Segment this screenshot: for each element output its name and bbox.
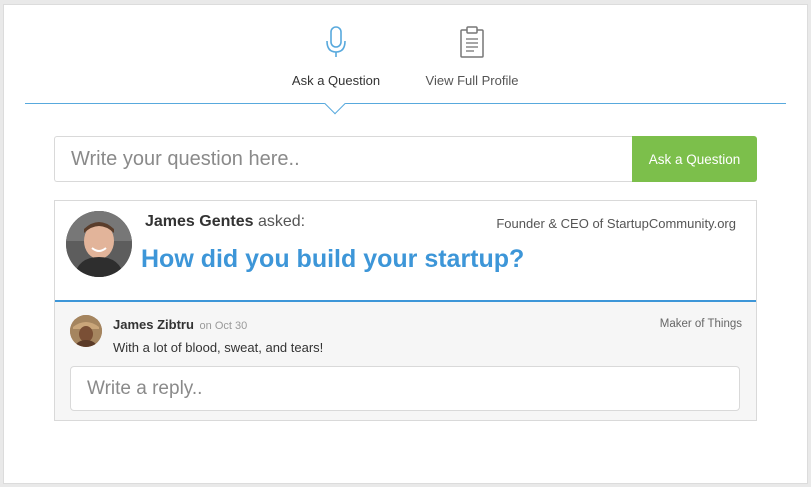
microphone-icon (326, 26, 346, 57)
answerer-name[interactable]: James Zibtru (113, 317, 194, 332)
answerer-avatar[interactable] (70, 315, 102, 347)
answerer-avatar-image (70, 315, 102, 347)
answer-section: James Zibtru on Oct 30 Maker of Things W… (55, 302, 756, 420)
question-header: James Gentes asked: Founder & CEO of Sta… (55, 201, 756, 302)
answer-text: With a lot of blood, sweat, and tears! (113, 340, 324, 355)
question-text: How did you build your startup? (141, 245, 525, 273)
tab-view-full-profile[interactable]: View Full Profile (420, 25, 524, 88)
asked-label: asked: (257, 213, 306, 230)
reply-input[interactable] (70, 366, 740, 411)
asker-avatar[interactable] (66, 211, 132, 277)
asker-title: Founder & CEO of StartupCommunity.org (496, 216, 736, 231)
question-card: James Gentes asked: Founder & CEO of Sta… (54, 200, 757, 421)
ask-question-button[interactable]: Ask a Question (632, 136, 757, 182)
tab-divider (25, 103, 786, 104)
qa-card: Ask a Question View Full Profile Ask a Q… (3, 4, 808, 484)
active-tab-indicator (324, 103, 346, 115)
tab-ask-question[interactable]: Ask a Question (288, 25, 384, 88)
answer-meta: James Zibtru on Oct 30 (113, 317, 247, 332)
answer-date: on Oct 30 (199, 320, 248, 332)
asker-line: James Gentes asked: (145, 213, 305, 231)
ask-question-form: Ask a Question (54, 136, 757, 182)
clipboard-icon (460, 26, 484, 58)
asker-avatar-image (66, 211, 132, 277)
question-input[interactable] (54, 136, 634, 182)
tab-bar: Ask a Question View Full Profile (4, 5, 807, 105)
asker-name[interactable]: James Gentes (145, 213, 254, 230)
tab-ask-question-label: Ask a Question (291, 73, 381, 88)
tab-view-full-profile-label: View Full Profile (425, 73, 519, 88)
answerer-title: Maker of Things (659, 318, 742, 330)
